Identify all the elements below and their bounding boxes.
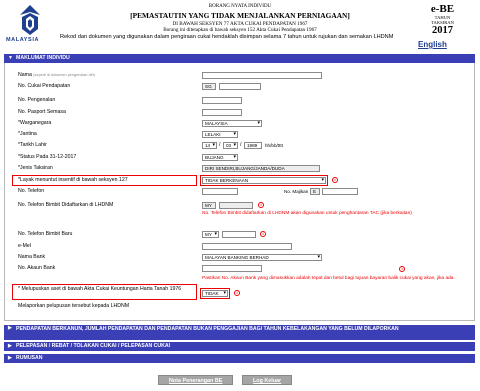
section-title: RUMUSAN <box>16 355 43 361</box>
expand-caret-icon: ▶ <box>8 325 12 331</box>
emel-input[interactable] <box>202 243 292 250</box>
bimbit-lhdnm-label: No. Telefon Bimbit Didaftarkan di LHDNM <box>18 202 114 208</box>
section-title: PENDAPATAN BERKANUN, JUMLAH PENDAPATAN D… <box>16 326 399 332</box>
info-icon[interactable]: i <box>234 290 240 296</box>
pasport-label: No. Pasport Semasa <box>18 109 66 115</box>
date-format-hint: hh/bb/tttt <box>265 143 283 148</box>
akaun-note: Pastikan No. Akaun Bank yang dimasukkan … <box>202 276 455 281</box>
info-icon[interactable]: i <box>332 177 338 183</box>
bimbit-baru-prefix-select[interactable]: MY <box>202 231 219 238</box>
pasport-input[interactable] <box>202 109 242 116</box>
majikan-input[interactable] <box>322 188 358 195</box>
section-title: MAKLUMAT INDIVIDU <box>16 55 70 61</box>
nama-input[interactable] <box>202 72 322 79</box>
majikan-label: No. Majikan <box>284 189 309 194</box>
bank-label: Nama Bank <box>18 254 46 260</box>
form-code-block: e-BE TAHUN TAKSIRAN 2017 <box>415 3 470 36</box>
layak-select[interactable]: TIDAK BERKENAAN <box>202 177 326 184</box>
pengenalan-input[interactable] <box>202 97 242 104</box>
section-title: PELEPASAN / REBAT / TOLAKAN CUKAI / PELE… <box>16 343 171 349</box>
majikan-prefix-field: E <box>310 188 320 195</box>
bimbit-lhdnm-field <box>219 202 253 209</box>
records-notice: Rekod dan dokumen yang digunakan dalam p… <box>60 34 394 40</box>
log-keluar-button[interactable]: Log Keluar <box>242 375 293 385</box>
status-select[interactable]: BUJANG <box>202 154 238 161</box>
pelupusan-label: * Melupuskan aset di bawah Akta Cukai Ke… <box>18 286 182 292</box>
tarikh-day-select[interactable]: 14 <box>202 142 217 149</box>
jantina-label: *Jantina <box>18 131 37 137</box>
layak-label: *Layak menuntut insentif di bawah seksye… <box>18 177 128 183</box>
pengenalan-label: No. Pengenalan <box>18 97 56 103</box>
pelupusan-select[interactable]: TIDAK <box>202 290 228 297</box>
expand-caret-icon: ▶ <box>8 355 12 361</box>
warganegara-select[interactable]: MALAYSIA <box>202 120 262 127</box>
nama-label: Nama (seperti di dokumen pengenalan diri… <box>18 72 95 78</box>
form-type-label: BORANG NYATA INDIVIDU <box>208 4 272 9</box>
akaun-input[interactable] <box>202 265 262 272</box>
tarikh-month-select[interactable]: 03 <box>223 142 238 149</box>
section-rumusan[interactable]: ▶ RUMUSAN <box>4 354 475 363</box>
cukai-prefix-field: SG <box>202 83 216 90</box>
jantina-select[interactable]: LELAKI <box>202 131 238 138</box>
date-separator: / <box>240 142 242 148</box>
status-label: *Status Pada 31-12-2017 <box>18 154 77 160</box>
warganegara-label: *Warganegara <box>18 120 52 126</box>
cukai-label: No. Cukai Pendapatan <box>18 83 71 89</box>
section-pendapatan[interactable]: ▶ PENDAPATAN BERKANUN, JUMLAH PENDAPATAN… <box>4 325 475 340</box>
telefon-label: No. Telefon <box>18 188 45 194</box>
telefon-input[interactable] <box>202 188 238 195</box>
section-pelepasan[interactable]: ▶ PELEPASAN / REBAT / TOLAKAN CUKAI / PE… <box>4 342 475 351</box>
english-link[interactable]: English <box>418 40 447 49</box>
collapse-caret-icon: ▼ <box>8 55 13 61</box>
cukai-number-input[interactable] <box>219 83 261 90</box>
melaporkan-label: Melaporkan pelupusan tersebut kepada LHD… <box>18 303 130 309</box>
form-code: e-BE <box>430 3 455 15</box>
nama-hint: (seperti di dokumen pengenalan diri) <box>33 73 95 77</box>
logo-text: MALAYSIA <box>6 37 40 43</box>
info-icon[interactable]: i <box>399 266 405 272</box>
akaun-label: No. Akaun Bank <box>18 265 56 271</box>
date-separator: / <box>219 142 221 148</box>
bimbit-baru-input[interactable] <box>222 231 256 238</box>
bimbit-baru-label: No. Telefon Bimbit Baru <box>18 231 73 237</box>
page-header: MALAYSIA BORANG NYATA INDIVIDU [PEMASTAU… <box>0 0 480 60</box>
emel-label: e-Mel <box>18 243 31 249</box>
nota-penerangan-button[interactable]: Nota Penerangan BE <box>158 375 234 385</box>
jenis-taksiran-label: *Jenis Taksiran <box>18 165 53 171</box>
form-title: [PEMASTAUTIN YANG TIDAK MENJALANKAN PERN… <box>130 11 350 20</box>
section-maklumat-individu[interactable]: ▼ MAKLUMAT INDIVIDU <box>4 54 475 63</box>
info-icon[interactable]: i <box>258 202 264 208</box>
expand-caret-icon: ▶ <box>8 343 12 349</box>
assessment-year: 2017 <box>432 25 453 36</box>
info-icon[interactable]: i <box>260 231 266 237</box>
tarikh-year-input[interactable]: 1989 <box>244 142 262 149</box>
bimbit-lhdnm-prefix: MY <box>202 202 216 209</box>
bank-select[interactable]: MALAYAN BANKING BERHAD <box>202 254 322 261</box>
bimbit-note: No. Telefon Bimbit didaftarkan di LHDNM … <box>202 211 412 216</box>
jenis-taksiran-field: DIRI SENDIRI,BUJANG/JANDA/DUDA <box>202 165 320 172</box>
tarikh-lahir-label: *Tarikh Lahir <box>18 142 47 148</box>
